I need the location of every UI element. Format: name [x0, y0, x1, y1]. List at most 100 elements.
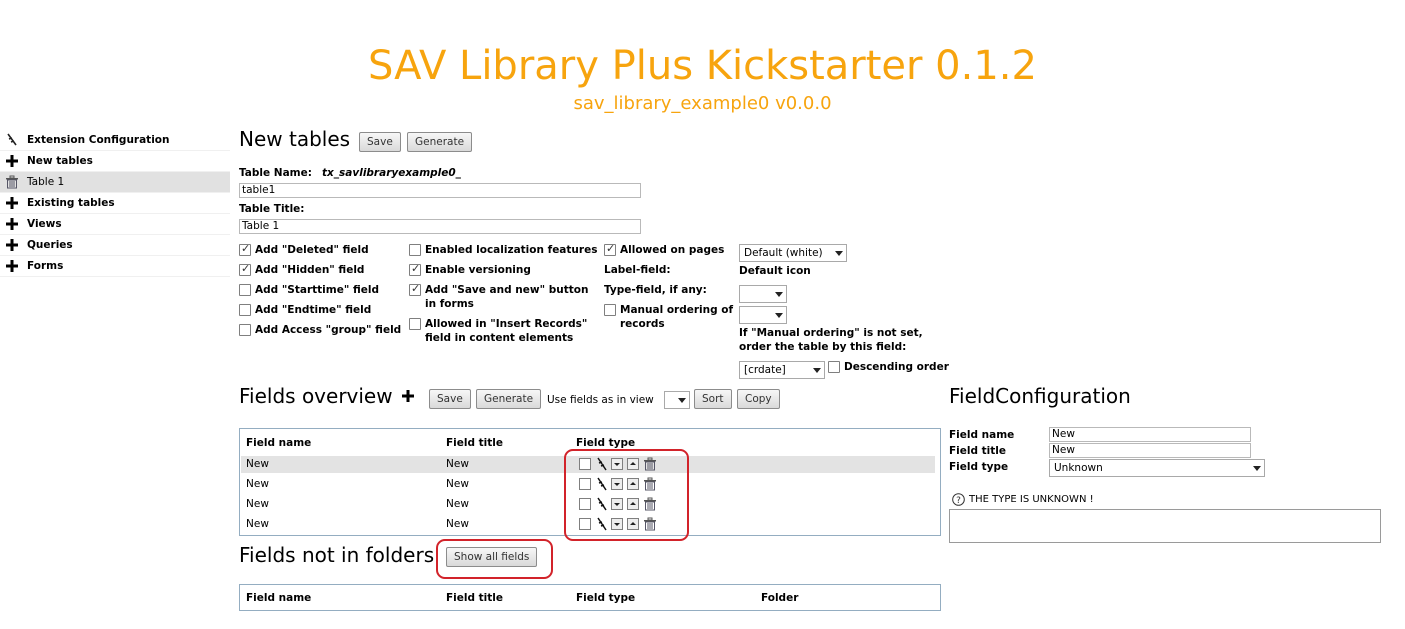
add-endtime-label: Add "Endtime" field — [255, 304, 372, 316]
field-type-value: Unknown — [1054, 462, 1103, 474]
label-field-select[interactable] — [739, 285, 787, 303]
sort-button[interactable]: Sort — [694, 389, 732, 409]
sidebar-item-new-tables[interactable]: New tables — [0, 151, 230, 172]
trash-icon — [0, 175, 24, 189]
table-title-input[interactable]: Table 1 — [239, 219, 641, 234]
add-starttime-checkbox[interactable] — [239, 284, 251, 296]
add-endtime-checkbox[interactable] — [239, 304, 251, 316]
chevron-down-icon — [775, 292, 783, 297]
field-title-cell: New — [446, 478, 469, 490]
allowed-on-pages-label: Allowed on pages — [620, 244, 725, 256]
save-and-new-checkbox[interactable] — [409, 282, 421, 296]
table-name-label: Table Name: — [239, 167, 312, 179]
sidebar-item-label: New tables — [27, 155, 93, 167]
chevron-down-icon — [813, 368, 821, 373]
field-title-cell: New — [446, 518, 469, 530]
enable-versioning-checkbox[interactable] — [409, 262, 421, 276]
plus-icon — [0, 197, 24, 209]
add-field-plus-icon[interactable] — [402, 390, 414, 405]
sidebar-item-extension-configuration[interactable]: Extension Configuration — [0, 130, 230, 151]
generate-button[interactable]: Generate — [407, 132, 473, 152]
add-access-group-checkbox[interactable] — [239, 324, 251, 336]
field-name-cell: New — [246, 498, 269, 510]
add-access-group-label: Add Access "group" field — [255, 324, 402, 336]
field-type-select[interactable]: Unknown — [1049, 459, 1265, 477]
save-button[interactable]: Save — [359, 132, 401, 152]
field-name-input[interactable]: New — [1049, 427, 1251, 442]
plus-icon — [0, 239, 24, 251]
chevron-down-icon — [775, 313, 783, 318]
copy-button[interactable]: Copy — [737, 389, 780, 409]
allowed-on-pages-checkbox[interactable] — [604, 242, 616, 256]
unknown-type-message: THE TYPE IS UNKNOWN ! — [969, 494, 1094, 505]
column-header-field-type: Field type — [576, 437, 636, 449]
field-title-label: Field title — [949, 445, 1007, 457]
add-starttime-label: Add "Starttime" field — [255, 284, 379, 296]
field-config-textarea[interactable] — [949, 509, 1381, 543]
fields-overview-heading: Fields overview — [239, 384, 393, 408]
label-field-label: Label-field: — [604, 264, 671, 276]
use-fields-label: Use fields as in view — [547, 394, 654, 406]
type-field-select[interactable] — [739, 306, 787, 324]
help-question-icon[interactable]: ? — [952, 493, 965, 509]
field-name-cell: New — [246, 518, 269, 530]
field-title-cell: New — [446, 498, 469, 510]
sidebar-item-label: Table 1 — [27, 176, 65, 188]
field-title-cell: New — [446, 458, 469, 470]
column-header-field-title: Field title — [446, 592, 504, 604]
field-name-label: Field name — [949, 429, 1015, 441]
default-color-select[interactable]: Default (white) — [739, 244, 847, 262]
descending-order-label: Descending order — [844, 361, 949, 373]
sidebar-item-label: Queries — [27, 239, 73, 251]
field-title-input[interactable]: New — [1049, 443, 1251, 458]
plus-icon — [0, 155, 24, 167]
fields-generate-button[interactable]: Generate — [476, 389, 542, 409]
sidebar-item-views[interactable]: Views — [0, 214, 230, 235]
column-header-field-name: Field name — [246, 437, 312, 449]
use-fields-view-select[interactable] — [664, 391, 690, 409]
default-icon-label: Default icon — [739, 265, 811, 277]
column-header-field-title: Field title — [446, 437, 504, 449]
manual-ordering-checkbox[interactable] — [604, 304, 616, 316]
insert-records-checkbox[interactable] — [409, 318, 421, 330]
chevron-down-icon — [835, 251, 843, 256]
field-configuration-heading: FieldConfiguration — [949, 384, 1131, 408]
add-deleted-label: Add "Deleted" field — [255, 244, 369, 256]
sidebar-item-forms[interactable]: Forms — [0, 256, 230, 277]
highlight-ring-show-all — [436, 539, 553, 579]
insert-records-label: Allowed in "Insert Records" field in con… — [425, 318, 588, 344]
extension-subtitle: sav_library_example0 v0.0.0 — [573, 93, 832, 114]
sidebar-item-label: Extension Configuration — [27, 134, 170, 146]
app-title: SAV Library Plus Kickstarter 0.1.2 — [368, 43, 1037, 89]
column-header-field-name: Field name — [246, 592, 312, 604]
feather-icon — [0, 133, 24, 147]
save-and-new-label: Add "Save and new" button in forms — [425, 284, 589, 310]
field-type-label: Field type — [949, 461, 1009, 473]
descending-order-checkbox[interactable] — [828, 361, 840, 373]
sidebar-item-queries[interactable]: Queries — [0, 235, 230, 256]
svg-text:?: ? — [956, 496, 961, 506]
table-name-input[interactable]: table1 — [239, 183, 641, 198]
sidebar-item-label: Forms — [27, 260, 64, 272]
type-field-label: Type-field, if any: — [604, 284, 707, 296]
column-header-field-type: Field type — [576, 592, 636, 604]
chevron-down-icon — [678, 398, 686, 403]
add-hidden-checkbox[interactable] — [239, 262, 251, 276]
enable-versioning-label: Enable versioning — [425, 264, 531, 276]
sidebar: Extension Configuration New tables Table… — [0, 130, 230, 277]
order-note: If "Manual ordering" is not set, order t… — [739, 327, 923, 353]
sidebar-item-label: Views — [27, 218, 62, 230]
fields-save-button[interactable]: Save — [429, 389, 471, 409]
new-tables-heading: New tables — [239, 127, 351, 151]
default-color-value: Default (white) — [744, 247, 823, 259]
add-deleted-checkbox[interactable] — [239, 242, 251, 256]
highlight-ring-field-actions — [564, 449, 689, 541]
sidebar-item-table-1[interactable]: Table 1 — [0, 172, 230, 193]
field-name-cell: New — [246, 478, 269, 490]
table-name-prefix: tx_savlibraryexample0_ — [322, 167, 461, 179]
enable-localization-label: Enabled localization features — [425, 244, 598, 256]
manual-ordering-label: Manual ordering of records — [620, 304, 734, 330]
order-field-select[interactable]: [crdate] — [739, 361, 825, 379]
enable-localization-checkbox[interactable] — [409, 244, 421, 256]
sidebar-item-existing-tables[interactable]: Existing tables — [0, 193, 230, 214]
